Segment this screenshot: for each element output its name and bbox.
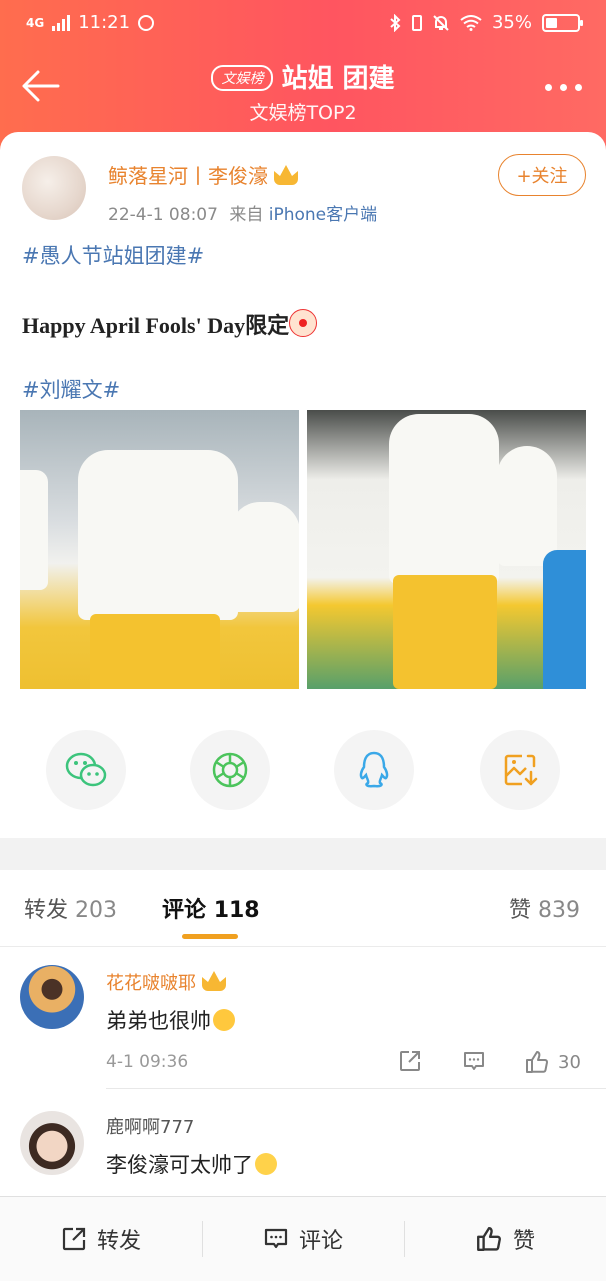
author-avatar[interactable] [22, 156, 86, 220]
signal-icon [52, 14, 71, 31]
status-time: 11:21 [78, 12, 131, 33]
share-wechat-button[interactable] [46, 730, 126, 810]
comment-repost-button[interactable] [398, 1049, 422, 1073]
more-dot-icon [575, 84, 582, 91]
comment-author-text: 花花啵啵耶 [106, 973, 196, 994]
repost-icon [62, 1227, 86, 1251]
image-figure-shape [497, 446, 557, 566]
hashtag-link[interactable]: #愚人节站姐团建# [22, 240, 204, 270]
mute-icon [432, 14, 450, 32]
share-moments-button[interactable] [190, 730, 270, 810]
comment-like-count: 30 [558, 1051, 581, 1073]
comment-text-body: 李俊濠可太帅了 [106, 1153, 253, 1177]
tab-repost[interactable]: 转发 203 [24, 892, 117, 924]
emoji-icon [255, 1153, 277, 1175]
comment-label: 评论 [298, 1229, 343, 1254]
author-name[interactable]: 鲸落星河丨李俊濠 [108, 160, 298, 189]
more-dot-icon [545, 84, 552, 91]
wechat-icon [65, 752, 107, 787]
tab-comment-count: 118 [213, 898, 260, 923]
post-card: 鲸落星河丨李俊濠 22-4-1 08:07 来自 iPhone客户端 +关注 #… [0, 132, 606, 838]
comment-text: 弟弟也很帅 [106, 1005, 235, 1035]
save-image-button[interactable] [480, 730, 560, 810]
tab-like-count: 839 [538, 898, 580, 923]
tab-comment-label: 评论 [162, 898, 207, 923]
thumbs-up-icon [477, 1227, 501, 1251]
crown-badge-icon [274, 165, 298, 185]
weibo-notify-icon [138, 14, 155, 31]
image-figure-shape [90, 614, 220, 689]
battery-fill [546, 17, 557, 28]
author-name-text: 鲸落星河丨李俊濠 [108, 164, 268, 188]
more-button[interactable] [545, 84, 582, 91]
comment-button[interactable]: 评论 [202, 1197, 404, 1281]
image-figure-shape [393, 575, 497, 689]
comment-time: 4-1 09:36 [106, 1052, 189, 1072]
comment-icon [264, 1228, 288, 1249]
emoji-icon [213, 1009, 235, 1031]
clown-emoji-icon [289, 309, 318, 337]
comment-text-body: 弟弟也很帅 [106, 1009, 211, 1033]
wifi-icon [460, 14, 482, 31]
post-text-body: Happy April Fools' Day限定 [22, 313, 290, 338]
crown-badge-icon [202, 971, 226, 991]
like-label: 赞 [512, 1229, 535, 1254]
page-title: 文娱榜 站姐 团建 [0, 58, 606, 95]
share-qq-button[interactable] [334, 730, 414, 810]
image-figure-shape [230, 502, 299, 612]
network-label: 4G [26, 15, 45, 30]
bottom-action-bar: 转发 评论 赞 [0, 1196, 606, 1281]
post-source[interactable]: iPhone客户端 [269, 205, 377, 225]
tab-repost-label: 转发 [24, 898, 69, 923]
save-image-icon [504, 754, 538, 786]
comment-avatar[interactable] [20, 1111, 84, 1175]
post-text: Happy April Fools' Day限定 [22, 308, 318, 340]
tab-like[interactable]: 赞 839 [509, 892, 580, 924]
source-prefix: 来自 [229, 205, 264, 225]
post-meta: 22-4-1 08:07 来自 iPhone客户端 [108, 200, 377, 225]
status-bar: 4G 11:21 35% [0, 0, 606, 46]
repost-icon [400, 1051, 420, 1071]
share-row [0, 730, 606, 810]
top-header: 4G 11:21 35% 文娱榜 站姐 团建 文娱榜TOP2 [0, 0, 606, 150]
qq-icon [359, 751, 389, 788]
hashtag-link[interactable]: #刘耀文# [22, 374, 120, 404]
comment-like-button[interactable]: 30 [524, 1049, 581, 1075]
comment-list: 花花啵啵耶 弟弟也很帅 4-1 09:36 30 鹿啊啊777 李俊濠可太帅了 [0, 947, 606, 1197]
repost-button[interactable]: 转发 [0, 1197, 202, 1281]
comment-item: 花花啵啵耶 弟弟也很帅 4-1 09:36 30 [0, 947, 606, 1089]
comment-icon [464, 1052, 484, 1070]
image-figure-shape [78, 450, 238, 620]
page-title-text: 站姐 团建 [281, 64, 395, 94]
like-button[interactable]: 赞 [404, 1197, 606, 1281]
tab-like-label: 赞 [508, 898, 531, 923]
follow-button[interactable]: +关注 [498, 154, 586, 196]
post-tabs: 转发 203 评论 118 赞 839 [0, 870, 606, 947]
vibrate-icon [411, 14, 422, 31]
image-figure-shape [389, 414, 499, 584]
tab-comment[interactable]: 评论 118 [162, 892, 260, 924]
comment-author[interactable]: 花花啵啵耶 [106, 969, 226, 995]
post-image[interactable] [307, 410, 586, 689]
comment-avatar[interactable] [20, 965, 84, 1029]
moments-icon [212, 752, 248, 788]
post-image[interactable] [20, 410, 299, 689]
image-figure-shape [543, 550, 586, 689]
post-time: 22-4-1 08:07 [108, 205, 218, 225]
comment-text: 李俊濠可太帅了 [106, 1149, 277, 1179]
comment-reply-button[interactable] [462, 1049, 486, 1073]
comment-item: 鹿啊啊777 李俊濠可太帅了 [0, 1089, 606, 1197]
image-figure-shape [20, 470, 48, 590]
comment-author[interactable]: 鹿啊啊777 [106, 1113, 194, 1139]
bluetooth-icon [388, 13, 402, 32]
more-dot-icon [560, 84, 567, 91]
battery-percent: 35% [491, 12, 532, 33]
repost-label: 转发 [96, 1229, 141, 1254]
thumbs-up-icon [526, 1051, 548, 1073]
battery-icon [542, 13, 583, 32]
ranking-tag: 文娱榜 [211, 65, 274, 91]
ranking-subtitle[interactable]: 文娱榜TOP2 [0, 98, 606, 125]
active-tab-indicator [182, 934, 238, 939]
tab-repost-count: 203 [75, 898, 118, 923]
